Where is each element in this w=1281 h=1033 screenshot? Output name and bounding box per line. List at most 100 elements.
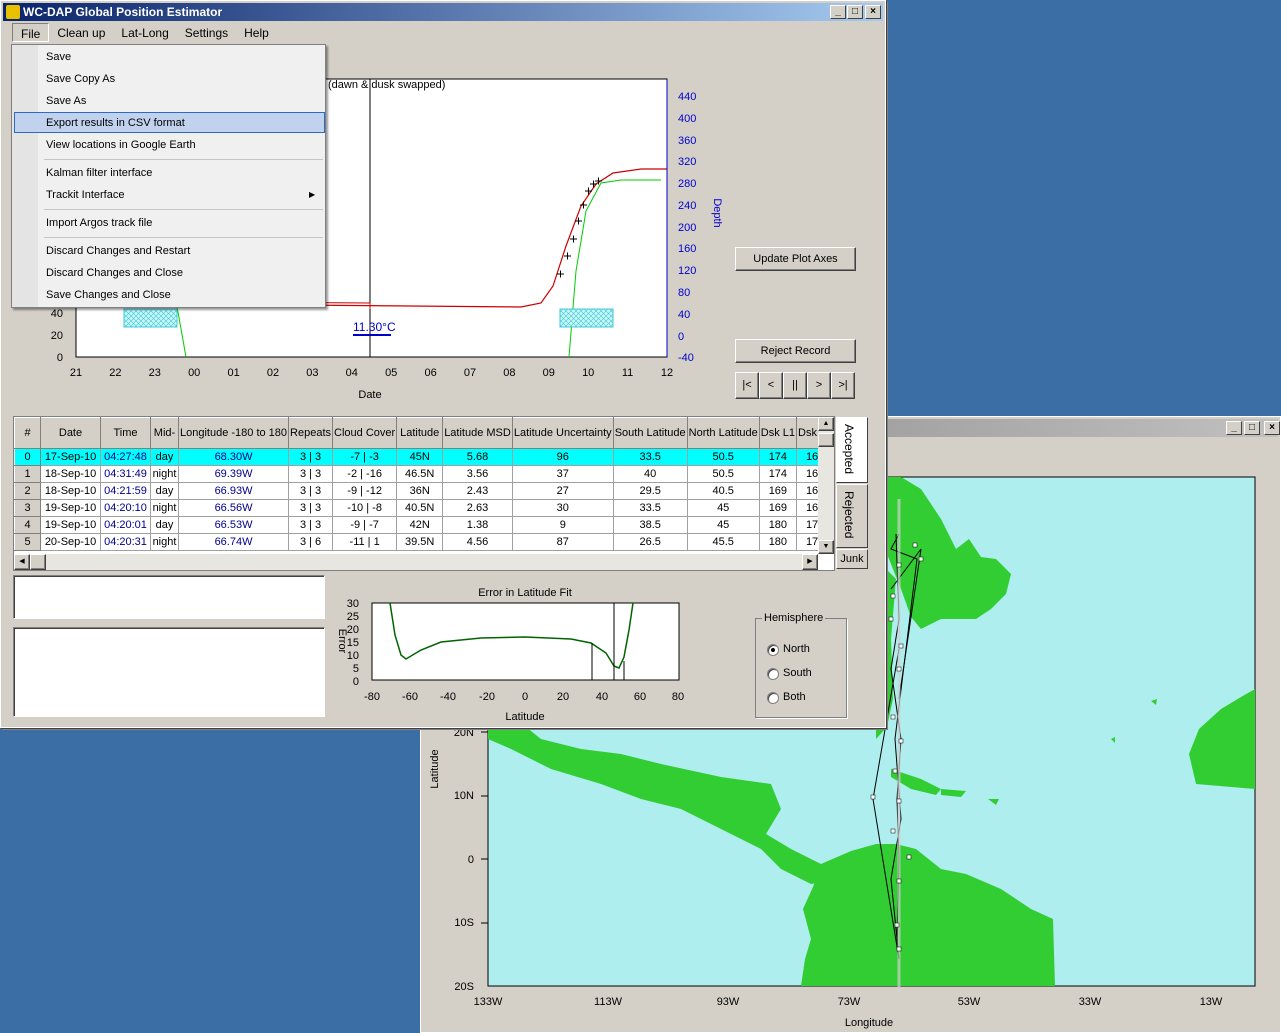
map-x-tick: 93W xyxy=(717,996,740,1008)
menu-lat-long[interactable]: Lat-Long xyxy=(113,23,176,42)
table-hscroll[interactable]: ◀ ▶ xyxy=(14,554,818,570)
menu-item-kalman[interactable]: Kalman filter interface xyxy=(46,163,152,183)
menu-clean-up[interactable]: Clean up xyxy=(49,23,113,42)
last-record-button[interactable]: >| xyxy=(831,372,855,399)
menu-item-export-csv[interactable]: Export results in CSV format xyxy=(46,113,185,133)
table-cell: -9 | -12 xyxy=(332,482,398,500)
table-cell: -9 | -7 xyxy=(332,516,398,534)
map-minimize-button[interactable]: _ xyxy=(1226,421,1242,435)
table-vscroll[interactable]: ▲ ▼ xyxy=(818,417,834,554)
column-header[interactable]: Mid- xyxy=(150,417,179,449)
error-chart[interactable]: Error in Latitude Fit 30 25 20 15 10 5 0… xyxy=(331,585,691,725)
main-minimize-button[interactable]: _ xyxy=(830,5,846,19)
tab-junk[interactable]: Junk xyxy=(836,549,868,569)
err-x-tick: 60 xyxy=(634,691,646,703)
column-header[interactable]: Date xyxy=(40,417,101,449)
file-menu-dropdown: Save Save Copy As Save As Export results… xyxy=(11,44,326,308)
radio-both-label: Both xyxy=(783,691,806,703)
light-left-axis: 40 20 0 xyxy=(51,308,63,364)
first-record-button[interactable]: |< xyxy=(735,372,759,399)
table-cell: 174 xyxy=(758,465,798,483)
column-header[interactable]: Latitude Uncertainty xyxy=(511,417,614,449)
menu-item-discard-close[interactable]: Discard Changes and Close xyxy=(46,263,183,283)
scroll-left-arrow-icon[interactable]: ◀ xyxy=(14,554,30,570)
table-cell: 9 xyxy=(511,516,614,534)
pause-button[interactable]: || xyxy=(783,372,807,399)
dusk-window-box xyxy=(123,308,178,328)
table-cell: 68.30W xyxy=(177,448,290,466)
scroll-up-arrow-icon[interactable]: ▲ xyxy=(818,417,834,431)
column-header[interactable]: South Latitude xyxy=(612,417,688,449)
depth-tick: 160 xyxy=(678,243,696,255)
menu-item-google-earth[interactable]: View locations in Google Earth xyxy=(46,135,196,155)
menu-item-import-argos[interactable]: Import Argos track file xyxy=(46,213,152,233)
menu-help[interactable]: Help xyxy=(236,23,277,42)
column-header[interactable]: North Latitude xyxy=(686,417,760,449)
date-tick: 06 xyxy=(424,367,436,379)
table-cell: -10 | -8 xyxy=(332,499,398,517)
reject-record-button[interactable]: Reject Record xyxy=(735,339,856,363)
tab-rejected[interactable]: Rejected xyxy=(836,484,868,548)
tab-accepted[interactable]: Accepted xyxy=(836,417,868,483)
hscroll-thumb[interactable] xyxy=(30,554,46,570)
menu-item-save-close[interactable]: Save Changes and Close xyxy=(46,285,171,305)
err-x-tick: 80 xyxy=(672,691,684,703)
date-axis: 21 22 23 00 01 02 03 04 05 06 07 08 09 10 11 12 xyxy=(70,367,673,379)
left-tick: 40 xyxy=(51,308,63,320)
column-header[interactable]: Dsk L1 xyxy=(758,417,798,449)
table-row[interactable]: 1 18-Sep-10 04:31:49 night 69.39W 3 | 3 -2 | -… xyxy=(14,465,834,483)
menu-item-save[interactable]: Save xyxy=(46,47,71,67)
date-tick: 09 xyxy=(543,367,555,379)
table-cell: 3 | 3 xyxy=(288,499,334,517)
radio-both[interactable] xyxy=(767,692,779,704)
table-cell: 19-Sep-10 xyxy=(40,499,101,517)
update-plot-axes-button[interactable]: Update Plot Axes xyxy=(735,247,856,271)
column-header[interactable]: Cloud Cover xyxy=(332,417,398,449)
scroll-thumb[interactable] xyxy=(818,433,834,447)
column-header[interactable]: Latitude MSD xyxy=(442,417,513,449)
menu-settings[interactable]: Settings xyxy=(177,23,236,42)
radio-south[interactable] xyxy=(767,668,779,680)
depth-tick: 0 xyxy=(678,331,684,343)
menu-item-discard-restart[interactable]: Discard Changes and Restart xyxy=(46,241,190,261)
table-row[interactable]: 0 17-Sep-10 04:27:48 day 68.30W 3 | 3 -7 | -3 4… xyxy=(14,448,834,466)
depth-tick: -40 xyxy=(678,352,694,364)
main-maximize-button[interactable]: □ xyxy=(847,5,863,19)
next-record-button[interactable]: > xyxy=(807,372,831,399)
table-cell: 46.5N xyxy=(396,465,444,483)
table-row[interactable]: 5 20-Sep-10 04:20:31 night 66.74W 3 | 6 -11 | … xyxy=(14,533,834,551)
radio-north[interactable] xyxy=(767,644,779,656)
menu-item-save-as[interactable]: Save As xyxy=(46,91,86,111)
table-row[interactable]: 3 19-Sep-10 04:20:10 night 66.56W 3 | 3 -10 | … xyxy=(14,499,834,517)
info-textbox-bottom[interactable] xyxy=(13,627,325,717)
prev-record-button[interactable]: < xyxy=(759,372,783,399)
table-row[interactable]: 4 19-Sep-10 04:20:01 day 66.53W 3 | 3 -9 | -7 4… xyxy=(14,516,834,534)
menu-item-save-copy-as[interactable]: Save Copy As xyxy=(46,69,115,89)
column-header[interactable]: Longitude -180 to 180 xyxy=(177,417,290,449)
column-header[interactable]: # xyxy=(14,417,41,449)
main-close-button[interactable]: × xyxy=(865,5,881,19)
column-header[interactable]: Time xyxy=(100,417,151,449)
depth-tick: 400 xyxy=(678,113,696,125)
map-y-tick: 20S xyxy=(454,981,474,993)
table-cell: day xyxy=(150,482,179,500)
map-close-button[interactable]: × xyxy=(1264,421,1280,435)
menu-item-trackit[interactable]: Trackit Interface xyxy=(46,185,124,205)
map-x-axis: 133W 113W 93W 73W 53W 33W 13W Longitude xyxy=(474,996,1223,1029)
err-y-tick: 25 xyxy=(347,611,359,623)
date-tick: 00 xyxy=(188,367,200,379)
menu-file[interactable]: File xyxy=(12,23,50,42)
date-tick: 07 xyxy=(464,367,476,379)
map-y-tick: 10S xyxy=(454,917,474,929)
main-title-bar[interactable]: WC-DAP Global Position Estimator xyxy=(3,3,883,21)
column-header[interactable]: Latitude xyxy=(396,417,444,449)
depth-tick: 320 xyxy=(678,156,696,168)
map-maximize-button[interactable]: □ xyxy=(1244,421,1260,435)
info-textbox-top[interactable] xyxy=(13,575,325,619)
table-row[interactable]: 2 18-Sep-10 04:21:59 day 66.93W 3 | 3 -9 | -12… xyxy=(14,482,834,500)
column-header[interactable]: Repeats xyxy=(288,417,334,449)
depth-axis: 440 400 360 320 280 240 200 160 120 80 4… xyxy=(678,91,696,364)
scroll-right-arrow-icon[interactable]: ▶ xyxy=(802,554,818,570)
scroll-down-arrow-icon[interactable]: ▼ xyxy=(818,540,834,554)
results-table[interactable]: # Date Time Mid- Longitude -180 to 180 Repeat… xyxy=(14,417,834,551)
